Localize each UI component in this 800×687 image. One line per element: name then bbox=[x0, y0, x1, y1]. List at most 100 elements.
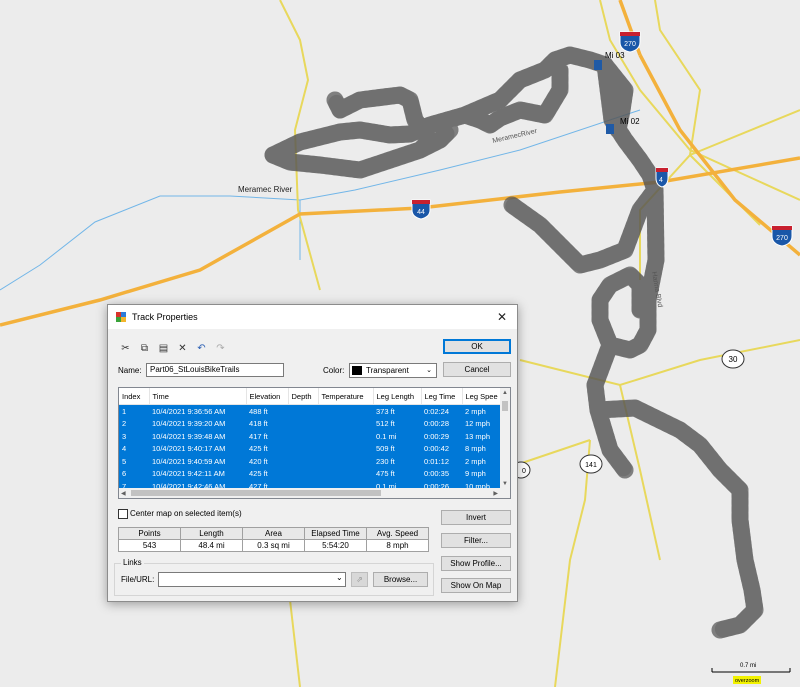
route-30-shield: 30 bbox=[721, 349, 745, 369]
mile-02-label: Mi 02 bbox=[620, 117, 640, 126]
table-cell bbox=[288, 430, 318, 443]
table-cell: 0:00:29 bbox=[424, 431, 450, 441]
redo-icon[interactable]: ↷ bbox=[213, 341, 228, 356]
column-header[interactable]: Elevation bbox=[246, 388, 289, 405]
scroll-right-icon[interactable]: ▶ bbox=[493, 490, 498, 497]
scroll-down-icon[interactable]: ▼ bbox=[502, 481, 508, 487]
table-cell: 509 ft bbox=[376, 444, 395, 454]
table-cell: 0.1 mi bbox=[376, 431, 397, 441]
table-cell bbox=[288, 443, 318, 456]
close-icon[interactable]: ✕ bbox=[493, 308, 511, 326]
stats-header: Points bbox=[118, 527, 181, 540]
links-label: Links bbox=[121, 558, 144, 567]
table-cell: 373 ft bbox=[376, 406, 395, 416]
table-cell: 2 mph bbox=[465, 456, 486, 466]
table-cell bbox=[288, 405, 318, 418]
horizontal-scrollbar[interactable]: ◀ ▶ bbox=[119, 488, 510, 498]
table-cell: 10/4/2021 9:39:20 AM bbox=[152, 419, 226, 429]
svg-text:30: 30 bbox=[729, 355, 738, 364]
river-label: Meramec River bbox=[238, 185, 293, 194]
undo-icon[interactable]: ↶ bbox=[194, 341, 209, 356]
stats-value: 5:54:20 bbox=[304, 539, 367, 552]
name-field[interactable]: Part06_StLouisBikeTrails bbox=[146, 363, 284, 377]
cut-icon[interactable]: ✂ bbox=[118, 341, 133, 356]
table-cell bbox=[288, 455, 318, 468]
table-cell bbox=[318, 430, 373, 443]
links-group: Links File/URL: ⌄ ⇗ Browse... bbox=[114, 558, 434, 596]
vertical-scrollbar[interactable]: ▲ ▼ bbox=[500, 388, 510, 488]
center-map-label: Center map on selected item(s) bbox=[130, 509, 242, 518]
color-value: Transparent bbox=[366, 365, 409, 375]
browse-button[interactable]: Browse... bbox=[373, 572, 428, 587]
mile-02-marker[interactable] bbox=[606, 124, 614, 134]
app-icon bbox=[116, 312, 126, 322]
table-row[interactable]: 6 10/4/2021 9:42:11 AM 425 ft 475 ft 0:00:35… bbox=[119, 467, 502, 481]
table-cell: 512 ft bbox=[376, 419, 395, 429]
cancel-button[interactable]: Cancel bbox=[443, 362, 511, 377]
stats-header: Area bbox=[242, 527, 305, 540]
table-cell bbox=[318, 468, 373, 481]
color-select[interactable]: Transparent ⌄ bbox=[349, 363, 437, 378]
table-cell: 420 ft bbox=[249, 456, 268, 466]
table-row[interactable]: 3 10/4/2021 9:39:48 AM 417 ft 0.1 mi 0:00:29… bbox=[119, 430, 502, 443]
name-label: Name: bbox=[118, 366, 142, 375]
show-on-map-button[interactable]: Show On Map bbox=[441, 578, 511, 593]
table-cell bbox=[318, 455, 373, 468]
column-header[interactable]: Leg Spee bbox=[462, 388, 503, 405]
toolbar: ✂ ⧉ ▤ ✕ ↶ ↷ bbox=[118, 341, 228, 356]
table-cell: 8 mph bbox=[465, 444, 486, 454]
dialog-titlebar[interactable]: Track Properties ✕ bbox=[108, 305, 517, 329]
table-cell: 5 bbox=[122, 456, 127, 466]
table-cell: 9 mph bbox=[465, 469, 486, 479]
column-header[interactable]: Time bbox=[149, 388, 247, 405]
stats-value: 543 bbox=[118, 539, 181, 552]
svg-text:270: 270 bbox=[624, 41, 636, 48]
track-stats-table: Points Length Area Elapsed Time Avg. Speed 5… bbox=[118, 527, 429, 552]
scroll-thumb[interactable] bbox=[502, 401, 508, 411]
svg-text:0.7 mi: 0.7 mi bbox=[740, 663, 756, 669]
track-points-table[interactable]: Index Time Elevation Depth Temperature Leg Le… bbox=[118, 387, 511, 499]
svg-text:overzoom: overzoom bbox=[735, 678, 760, 684]
table-header: Index Time Elevation Depth Temperature Leg Le… bbox=[119, 388, 503, 405]
paste-icon[interactable]: ▤ bbox=[156, 341, 171, 356]
column-header[interactable]: Leg Length bbox=[373, 388, 422, 405]
stats-header: Length bbox=[180, 527, 243, 540]
mile-03-marker[interactable] bbox=[594, 60, 602, 70]
table-cell: 230 ft bbox=[376, 456, 395, 466]
column-header[interactable]: Depth bbox=[288, 388, 319, 405]
table-cell: 1 bbox=[122, 406, 127, 416]
table-cell: 10/4/2021 9:42:11 AM bbox=[152, 469, 225, 479]
scroll-up-icon[interactable]: ▲ bbox=[502, 390, 508, 396]
table-cell bbox=[288, 468, 318, 481]
table-cell: 488 ft bbox=[249, 406, 268, 416]
table-cell: 3 bbox=[122, 431, 127, 441]
table-cell: 475 ft bbox=[376, 469, 395, 479]
column-header[interactable]: Leg Time bbox=[421, 388, 463, 405]
ok-button[interactable]: OK bbox=[443, 339, 511, 354]
filter-button[interactable]: Filter... bbox=[441, 533, 511, 548]
table-row[interactable]: 4 10/4/2021 9:40:17 AM 425 ft 509 ft 0:00:42… bbox=[119, 442, 502, 456]
scroll-left-icon[interactable]: ◀ bbox=[121, 490, 126, 497]
stats-value: 8 mph bbox=[366, 539, 429, 552]
delete-icon[interactable]: ✕ bbox=[175, 341, 190, 356]
stats-value-row: 543 48.4 mi 0.3 sq mi 5:54:20 8 mph bbox=[118, 539, 429, 552]
copy-icon[interactable]: ⧉ bbox=[137, 341, 152, 356]
interstate-44-shield: 44 bbox=[411, 199, 431, 220]
column-header[interactable]: Index bbox=[119, 388, 150, 405]
table-row[interactable]: 5 10/4/2021 9:40:59 AM 420 ft 230 ft 0:01:12… bbox=[119, 455, 502, 468]
table-row[interactable]: 1 10/4/2021 9:36:56 AM 488 ft 373 ft 0:02:24… bbox=[119, 404, 502, 418]
color-label: Color: bbox=[323, 366, 345, 375]
table-cell: 418 ft bbox=[249, 419, 268, 429]
column-header[interactable]: Temperature bbox=[318, 388, 374, 405]
scroll-thumb-h[interactable] bbox=[131, 490, 381, 496]
file-url-field[interactable] bbox=[158, 572, 346, 587]
svg-text:270: 270 bbox=[776, 235, 788, 242]
center-map-checkbox[interactable] bbox=[118, 509, 128, 519]
table-cell: 13 mph bbox=[465, 431, 491, 441]
link-icon-button[interactable]: ⇗ bbox=[351, 572, 368, 587]
table-cell: 10/4/2021 9:36:56 AM bbox=[152, 406, 226, 416]
invert-button[interactable]: Invert bbox=[441, 510, 511, 525]
table-row[interactable]: 2 10/4/2021 9:39:20 AM 418 ft 512 ft 0:00:28… bbox=[119, 417, 502, 430]
show-profile-button[interactable]: Show Profile... bbox=[441, 556, 511, 571]
chevron-down-icon[interactable]: ⌄ bbox=[336, 573, 343, 582]
